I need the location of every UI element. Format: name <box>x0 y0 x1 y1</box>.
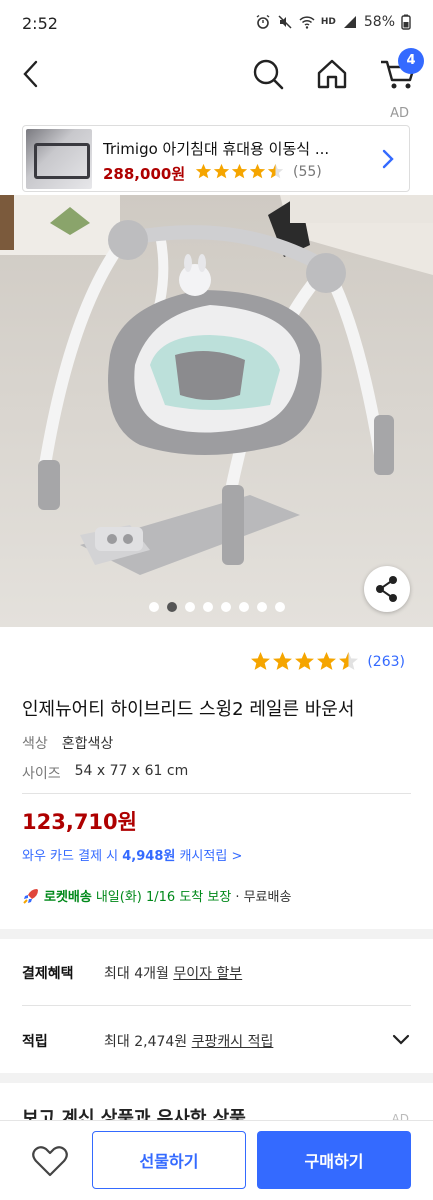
product-image[interactable] <box>0 195 433 627</box>
ad-price: 288,000원 <box>103 165 186 183</box>
cash-amount: 4,948원 <box>122 849 176 864</box>
option-size-value: 54 x 77 x 61 cm <box>74 763 189 779</box>
delivery-free: · 무료배송 <box>235 890 292 905</box>
related-products-title: 보고 계신 상품과 유사한 상품 <box>22 1108 246 1120</box>
ad-label: AD <box>390 106 409 121</box>
ad-banner[interactable]: Trimigo 아기침대 휴대용 이동식 ... 288,000원 (55) <box>22 125 410 192</box>
star-icon <box>195 163 212 179</box>
ad-title: Trimigo 아기침대 휴대용 이동식 ... <box>103 140 330 158</box>
chevron-down-icon[interactable] <box>392 1034 410 1046</box>
share-button[interactable] <box>364 566 410 612</box>
search-icon[interactable] <box>250 56 286 92</box>
product-title: 인제뉴어티 하이브리드 스윙2 레일른 바운서 <box>22 699 355 720</box>
product-price: 123,710원 <box>22 810 137 834</box>
rocket-delivery: 로켓배송 내일(화) 1/16 도착 보장 · 무료배송 <box>22 886 291 905</box>
gift-button[interactable]: 선물하기 <box>92 1131 246 1189</box>
heart-icon[interactable] <box>30 1143 70 1179</box>
carousel-dot[interactable] <box>184 602 195 612</box>
reward-key: 적립 <box>22 1034 48 1050</box>
payment-benefit-value[interactable]: 최대 4개월 무이자 할부 <box>104 963 242 983</box>
divider <box>22 1005 411 1006</box>
option-size-key: 사이즈 <box>22 766 61 782</box>
carousel-dot[interactable] <box>256 602 267 612</box>
divider <box>22 793 411 794</box>
home-icon[interactable] <box>314 56 350 92</box>
cash-prefix: 와우 카드 결제 시 <box>22 849 123 864</box>
chevron-right-icon <box>382 149 394 169</box>
star-icon <box>251 652 271 670</box>
ad-product-thumbnail <box>26 129 92 189</box>
carousel-dot[interactable] <box>274 602 285 612</box>
ad-rating-stars <box>195 163 284 180</box>
carousel-dot[interactable] <box>238 602 249 612</box>
cart-count-badge: 4 <box>398 48 424 74</box>
status-icons: HD 58% <box>255 14 411 30</box>
star-icon <box>339 652 359 670</box>
wifi-icon <box>299 16 315 29</box>
status-time: 2:52 <box>22 14 58 33</box>
star-icon <box>213 163 230 179</box>
star-icon <box>267 163 284 179</box>
share-icon <box>376 576 397 602</box>
carousel-dot[interactable] <box>220 602 231 612</box>
section-divider <box>0 1073 433 1083</box>
back-arrow-icon[interactable] <box>16 54 52 94</box>
option-color: 색상 혼합색상 <box>22 733 113 753</box>
carousel-dot[interactable] <box>166 602 177 612</box>
carousel-dot[interactable] <box>202 602 213 612</box>
reward-value[interactable]: 최대 2,474원 쿠팡캐시 적립 <box>104 1031 273 1051</box>
battery-icon <box>401 14 411 30</box>
battery-percent: 58% <box>363 14 395 30</box>
alarm-icon <box>256 14 270 29</box>
installment-link[interactable]: 무이자 할부 <box>173 966 242 982</box>
signal-icon <box>343 16 356 28</box>
status-bar: 2:52 HD 58% <box>0 0 433 48</box>
product-rating-stars <box>250 651 359 672</box>
rocket-brand: 로켓배송 <box>44 890 92 905</box>
option-size: 사이즈 54 x 77 x 61 cm <box>22 763 188 783</box>
cash-suffix: 캐시적립 > <box>175 849 243 864</box>
cash-reward-link[interactable]: 와우 카드 결제 시 4,948원 캐시적립 > <box>22 845 242 864</box>
coupang-cash-link[interactable]: 쿠팡캐시 적립 <box>192 1034 274 1050</box>
bottom-action-bar: 선물하기 구매하기 <box>0 1120 433 1200</box>
star-icon <box>317 652 337 670</box>
ad-review-count: (55) <box>293 164 322 180</box>
section-divider <box>0 929 433 939</box>
star-icon <box>249 163 266 179</box>
payment-benefit-key: 결제혜택 <box>22 966 74 982</box>
reward-prefix: 최대 2,474원 <box>104 1034 192 1050</box>
network-label: HD <box>320 17 336 27</box>
top-nav: 4 <box>0 48 433 100</box>
rocket-icon <box>23 888 38 904</box>
option-color-value: 혼합색상 <box>61 736 114 752</box>
buy-button[interactable]: 구매하기 <box>257 1131 411 1189</box>
star-icon <box>295 652 315 670</box>
option-color-key: 색상 <box>22 736 48 752</box>
payment-benefit-prefix: 최대 4개월 <box>104 966 174 982</box>
delivery-eta: 내일(화) 1/16 도착 보장 <box>95 890 232 905</box>
star-icon <box>231 163 248 179</box>
mute-icon <box>278 15 292 29</box>
product-rating[interactable]: (263) <box>250 651 405 672</box>
star-icon <box>273 652 293 670</box>
carousel-dot[interactable] <box>148 602 159 612</box>
product-review-count[interactable]: (263) <box>367 654 405 670</box>
baby-swing-illustration <box>0 195 433 627</box>
